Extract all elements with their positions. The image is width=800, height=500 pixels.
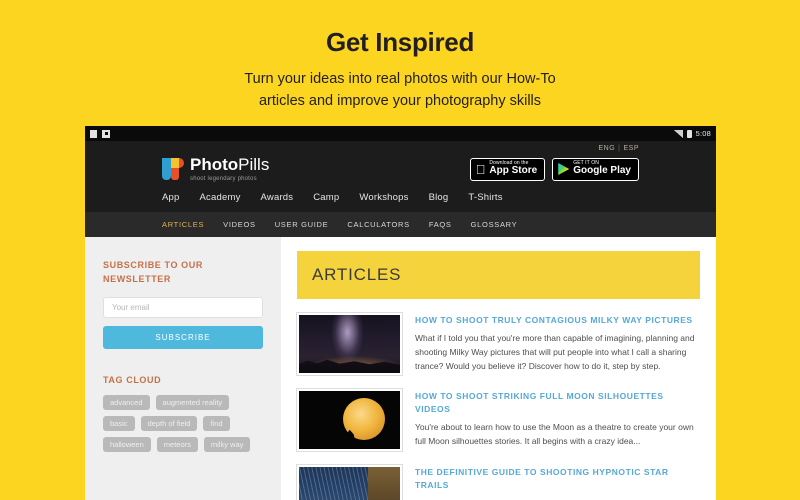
nav-item-camp[interactable]: Camp	[313, 192, 339, 203]
article-item: THE DEFINITIVE GUIDE TO SHOOTING HYPNOTI…	[297, 465, 700, 500]
star-trails-thumbnail[interactable]	[297, 465, 402, 500]
sim-card-icon	[90, 129, 97, 138]
promo-subtitle: Turn your ideas into real photos with ou…	[244, 68, 555, 113]
tag-item[interactable]: advanced	[103, 395, 150, 410]
app-store-badge-large: App Store	[489, 165, 538, 177]
signal-icon	[673, 129, 683, 138]
google-play-badge[interactable]: GET IT ON Google Play	[552, 157, 639, 181]
app-store-badge[interactable]:  Download on the App Store	[469, 157, 546, 181]
photopills-logo-mark-icon	[162, 158, 184, 180]
article-excerpt: You're about to learn how to use the Moo…	[415, 422, 694, 447]
email-field[interactable]: Your email	[103, 297, 263, 318]
subnav-item-user-guide[interactable]: USER GUIDE	[275, 220, 329, 229]
sidebar: SUBSCRIBE TO OUR NEWSLETTER Your email S…	[85, 237, 281, 500]
nav-item-tshirts[interactable]: T-Shirts	[468, 192, 502, 203]
email-field-placeholder: Your email	[112, 303, 150, 312]
article-list: HOW TO SHOOT TRULY CONTAGIOUS MILKY WAY …	[297, 299, 700, 500]
tag-item[interactable]: milky way	[203, 437, 251, 452]
logo-wordmark: PhotoPills shoot legendary photos	[190, 156, 269, 182]
promo-subtitle-line-2: articles and improve your photography sk…	[258, 93, 542, 110]
device-screenshot: 5:08 ENG | ESP PhotoPills shoot legendar…	[85, 126, 716, 500]
full-moon-thumbnail[interactable]	[297, 389, 402, 451]
article-title-link[interactable]: HOW TO SHOOT TRULY CONTAGIOUS MILKY WAY …	[415, 314, 700, 327]
google-play-badge-large: Google Play	[573, 165, 631, 177]
page-title: Get Inspired	[325, 27, 475, 57]
apple-icon: 	[476, 163, 486, 176]
main-content: ARTICLES HOW TO SHOOT TRULY CONTAGIOUS M…	[281, 237, 716, 500]
tag-item[interactable]: find	[203, 416, 230, 431]
sub-navigation: ARTICLES VIDEOS USER GUIDE CALCULATORS F…	[85, 212, 716, 237]
subnav-item-videos[interactable]: VIDEOS	[223, 220, 256, 229]
subnav-item-articles[interactable]: ARTICLES	[162, 220, 204, 229]
sd-card-icon	[102, 129, 110, 138]
status-bar-clock: 5:08	[695, 129, 711, 138]
logo-name-light: Pills	[238, 155, 270, 174]
milky-way-thumbnail[interactable]	[297, 313, 402, 375]
articles-banner-title: ARTICLES	[312, 265, 402, 284]
newsletter-heading: SUBSCRIBE TO OUR NEWSLETTER	[103, 260, 203, 284]
promo-header: Get Inspired Turn your ideas into real p…	[0, 0, 800, 126]
language-selector: ENG | ESP	[85, 141, 716, 152]
page-body: SUBSCRIBE TO OUR NEWSLETTER Your email S…	[85, 237, 716, 500]
nav-item-blog[interactable]: Blog	[429, 192, 449, 203]
photopills-logo[interactable]: PhotoPills shoot legendary photos	[162, 156, 269, 182]
status-bar-right: 5:08	[673, 129, 711, 138]
site-header: ENG | ESP PhotoPills shoot legendary pho…	[85, 141, 716, 212]
lang-esp[interactable]: ESP	[623, 145, 639, 152]
promo-subtitle-line-1: Turn your ideas into real photos with ou…	[244, 70, 556, 87]
article-excerpt: What if I told you that you're more than…	[415, 333, 695, 371]
subnav-item-faqs[interactable]: FAQS	[429, 220, 452, 229]
nav-item-app[interactable]: App	[162, 192, 180, 203]
nav-item-academy[interactable]: Academy	[200, 192, 241, 203]
battery-icon	[686, 129, 692, 138]
main-navigation: App Academy Awards Camp Workshops Blog T…	[85, 192, 716, 212]
logo-name-bold: Photo	[190, 155, 239, 174]
status-bar: 5:08	[85, 126, 716, 141]
tag-item[interactable]: meteors	[156, 437, 198, 452]
article-title-link[interactable]: HOW TO SHOOT STRIKING FULL MOON SILHOUET…	[415, 390, 700, 416]
tag-item[interactable]: basic	[103, 416, 135, 431]
nav-item-awards[interactable]: Awards	[261, 192, 294, 203]
article-item: HOW TO SHOOT STRIKING FULL MOON SILHOUET…	[297, 389, 700, 451]
article-item: HOW TO SHOOT TRULY CONTAGIOUS MILKY WAY …	[297, 313, 700, 375]
brand-row: PhotoPills shoot legendary photos  Down…	[85, 152, 716, 192]
lang-separator: |	[618, 145, 621, 152]
tagcloud-heading: TAG CLOUD	[103, 375, 162, 385]
nav-item-workshops[interactable]: Workshops	[359, 192, 408, 203]
status-bar-left	[90, 129, 110, 138]
tag-item[interactable]: augmented reality	[155, 395, 230, 410]
articles-banner: ARTICLES	[297, 251, 700, 299]
subnav-item-calculators[interactable]: CALCULATORS	[347, 220, 409, 229]
tag-cloud: advanced augmented reality basic depth o…	[103, 395, 263, 452]
store-badges:  Download on the App Store GET IT ON Go…	[469, 157, 639, 181]
tag-item[interactable]: halloween	[103, 437, 151, 452]
subscribe-button[interactable]: SUBSCRIBE	[103, 326, 263, 349]
tag-item[interactable]: depth of field	[140, 416, 198, 431]
subnav-item-glossary[interactable]: GLOSSARY	[471, 220, 518, 229]
logo-tagline: shoot legendary photos	[190, 176, 257, 182]
google-play-icon	[558, 163, 570, 175]
lang-eng[interactable]: ENG	[598, 145, 615, 152]
article-title-link[interactable]: THE DEFINITIVE GUIDE TO SHOOTING HYPNOTI…	[415, 466, 700, 492]
